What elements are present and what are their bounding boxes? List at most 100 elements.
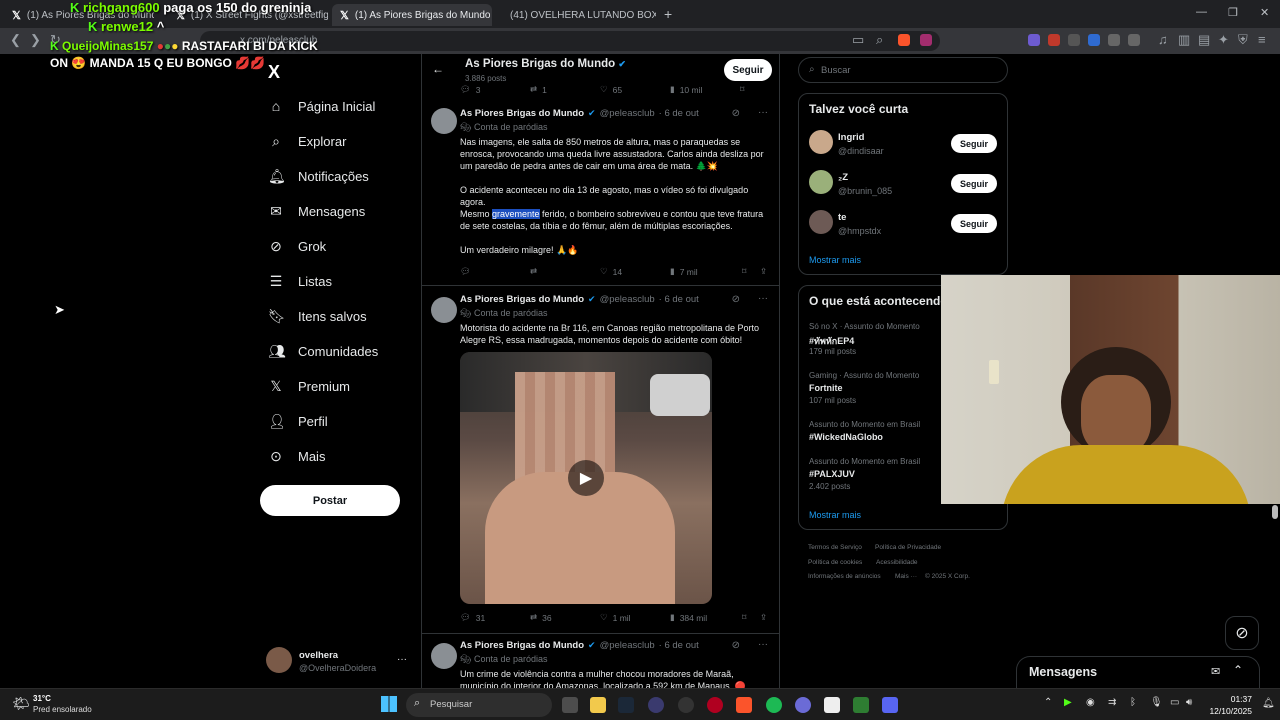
follow-button[interactable]: Seguir (951, 214, 997, 233)
post-button[interactable]: Postar (260, 485, 400, 516)
sidebar-item-lists[interactable]: ☰ Listas (268, 269, 332, 293)
avatar[interactable] (431, 643, 457, 669)
trend-name[interactable]: #ทัพหักEP4 (809, 334, 854, 348)
tab-youtube[interactable]: (41) OVELHERA LUTANDO BOXE KKK (496, 4, 656, 26)
reply-button[interactable]: 💬︎ 3 (460, 84, 481, 95)
steam-icon[interactable] (618, 697, 634, 713)
back-arrow-icon[interactable]: ← (432, 62, 444, 76)
avatar[interactable] (809, 170, 833, 194)
suggestion-name[interactable]: Ingrid (838, 132, 864, 143)
avatar[interactable] (431, 297, 457, 323)
volume-icon[interactable]: 🔊︎ (1186, 697, 1192, 708)
bookmark-button[interactable]: ⌑ (742, 612, 746, 623)
brave-shield-icon[interactable] (898, 34, 910, 46)
notification-bell-icon[interactable]: 🔔︎ (1262, 698, 1275, 709)
footer-link[interactable]: Política de cookies (808, 559, 862, 566)
vpn-icon[interactable]: ⛨ (1238, 32, 1248, 48)
network-icon[interactable]: ▭ (1170, 697, 1179, 708)
maximize-icon[interactable]: ❐ (1228, 6, 1238, 19)
search-bar[interactable]: ⌕ Buscar (798, 57, 1008, 83)
share-button[interactable]: ⇪ (760, 266, 767, 277)
extension-icon[interactable] (1088, 34, 1100, 46)
tweet[interactable]: As Piores Brigas do Mundo ✔ @peleasclub … (422, 98, 779, 286)
footer-link[interactable]: Termos de Serviço (808, 544, 862, 551)
brave-rewards-icon[interactable] (920, 34, 932, 46)
views-button[interactable]: ▮ 7 mil (670, 266, 698, 277)
clock-time[interactable]: 01:37 (1210, 694, 1252, 704)
taskbar-search[interactable]: ⌕ Pesquisar (406, 693, 552, 717)
grok-float-button[interactable]: ⊘ (1225, 616, 1259, 650)
retweet-button[interactable]: ⇄ 1 (530, 84, 547, 95)
cast-icon[interactable]: ▭ (852, 32, 864, 48)
tray-app-icon[interactable]: ▶ (1064, 697, 1072, 708)
opera-icon[interactable] (707, 697, 723, 713)
avatar[interactable] (266, 647, 292, 673)
window-close-icon[interactable]: ✕ (1260, 6, 1269, 19)
tab-peleasclub-active[interactable]: 𝕏 (1) As Piores Brigas do Mundo (@ ✕ (332, 4, 492, 26)
reply-button[interactable]: 💬︎ 31 (460, 612, 485, 623)
weather-icon[interactable]: 🌤︎ (12, 695, 30, 712)
sidebar-item-communities[interactable]: 👥︎ Comunidades (268, 339, 378, 363)
account-more-icon[interactable]: ··· (397, 654, 407, 665)
brave-icon[interactable] (736, 697, 752, 713)
file-explorer-icon[interactable] (590, 697, 606, 713)
footer-link[interactable]: Informações de anúncios (808, 573, 881, 580)
tray-chevron-icon[interactable]: ⌃ (1044, 697, 1052, 708)
sidebar-item-explore[interactable]: ⌕ Explorar (268, 129, 346, 153)
show-more-link[interactable]: Mostrar mais (809, 510, 861, 520)
extension-icon[interactable] (1028, 34, 1040, 46)
views-button[interactable]: ▮ 384 mil (670, 612, 707, 623)
app-icon[interactable] (648, 697, 664, 713)
footer-link[interactable]: Acessibilidade (876, 559, 918, 566)
bookmark-button[interactable]: ⌑ (742, 266, 746, 277)
account-name[interactable]: ovelhera (299, 650, 338, 661)
follow-button[interactable]: Seguir (951, 134, 997, 153)
scrollbar-thumb[interactable] (1272, 505, 1278, 519)
app-icon[interactable] (795, 697, 811, 713)
extension-icon[interactable] (1068, 34, 1080, 46)
share-button[interactable]: ⇪ (760, 612, 767, 623)
trend-name[interactable]: #WickedNaGlobo (809, 432, 883, 442)
retweet-button[interactable]: ⇄ (530, 266, 537, 277)
wallet-icon[interactable]: ▤ (1198, 32, 1210, 48)
avatar[interactable] (809, 210, 833, 234)
sidebar-item-premium[interactable]: 𝕏 Premium (268, 374, 350, 398)
avatar[interactable] (809, 130, 833, 154)
discord-icon[interactable] (882, 697, 898, 713)
x-logo-icon[interactable]: X (268, 62, 280, 83)
sidebar-item-messages[interactable]: ✉ Mensagens (268, 199, 365, 223)
tray-app-icon[interactable]: ⇉ (1108, 697, 1116, 708)
extension-icon[interactable] (1048, 34, 1060, 46)
grok-icon[interactable]: ⊘ (732, 294, 740, 305)
footer-more-link[interactable]: Mais ··· (895, 573, 917, 580)
suggestion-name[interactable]: ₂Z (838, 172, 848, 183)
sidebar-item-grok[interactable]: ⊘ Grok (268, 234, 326, 258)
views-button[interactable]: ▮ 10 mil (670, 84, 702, 95)
bluetooth-icon[interactable]: ᛒ (1130, 697, 1136, 708)
messages-drawer[interactable]: Mensagens ✉ ⌃ (1016, 656, 1260, 688)
like-button[interactable]: ♡ 65 (600, 84, 622, 95)
tray-app-icon[interactable]: ◉ (1086, 697, 1095, 708)
sidebar-item-bookmarks[interactable]: 🔖︎ Itens salvos (268, 304, 367, 328)
reply-button[interactable]: 💬︎ (460, 266, 471, 277)
avatar[interactable] (431, 108, 457, 134)
screenshot-icon[interactable] (1128, 34, 1140, 46)
forward-icon[interactable]: ❯ (30, 32, 41, 48)
suggestion-name[interactable]: te (838, 212, 846, 223)
expand-icon[interactable]: ⌃ (1233, 663, 1243, 677)
trend-name[interactable]: Fortnite (809, 383, 843, 393)
zoom-icon[interactable]: ⌕ (876, 32, 883, 48)
trend-name[interactable]: #PALXJUV (809, 469, 855, 479)
sidebar-icon[interactable]: ▥ (1178, 32, 1190, 48)
leo-icon[interactable]: ✦ (1218, 32, 1229, 48)
more-options-icon[interactable]: ··· (758, 293, 768, 304)
show-more-link[interactable]: Mostrar mais (809, 255, 861, 265)
grok-icon[interactable]: ⊘ (732, 108, 740, 119)
sidebar-item-notifications[interactable]: 🔔︎ Notificações (268, 164, 369, 188)
like-button[interactable]: ♡ 14 (600, 266, 622, 277)
windows-start-icon[interactable] (381, 696, 397, 712)
task-view-icon[interactable] (562, 697, 578, 713)
github-icon[interactable] (678, 697, 694, 713)
clock-date[interactable]: 12/10/2025 (1200, 706, 1252, 716)
minimize-icon[interactable]: — (1196, 6, 1207, 18)
